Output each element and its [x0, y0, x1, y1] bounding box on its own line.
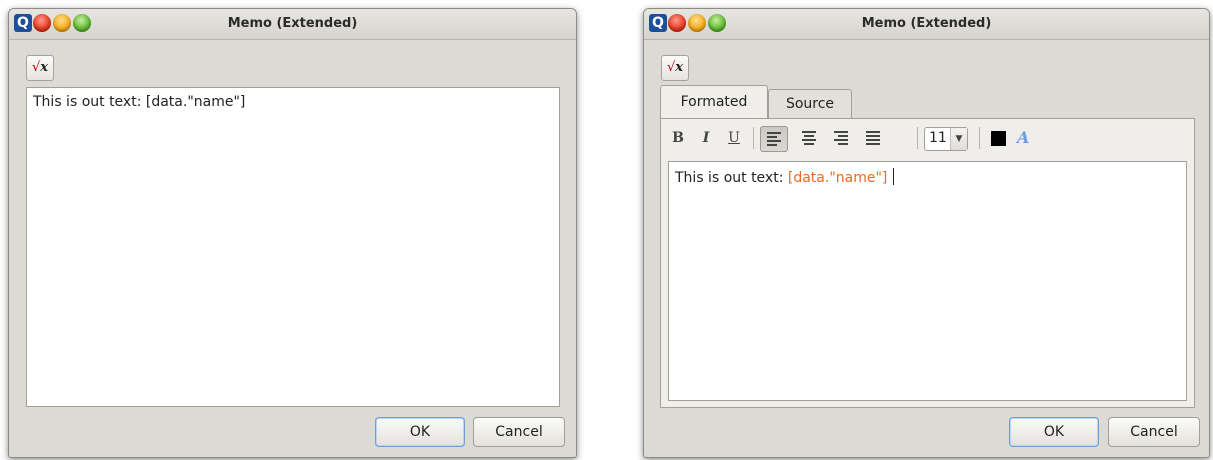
rich-text-editor[interactable]: This is out text: [data."name"] — [668, 161, 1187, 401]
font-size-select[interactable]: 11 ▼ — [924, 127, 968, 151]
formatted-tab-pane: B I U 11 ▼ A This is out text: [data."na… — [660, 118, 1195, 408]
align-right-button[interactable] — [828, 126, 854, 150]
text-color-button[interactable] — [991, 131, 1006, 146]
editor-text: This is out text: [data."name"] — [675, 168, 895, 186]
ok-button[interactable]: OK — [1009, 417, 1099, 447]
title-bar[interactable]: Q Memo (Extended) — [9, 9, 576, 40]
italic-button[interactable]: I — [695, 127, 717, 149]
sqrt-x-icon: √x — [31, 60, 49, 75]
align-left-button[interactable] — [760, 126, 788, 152]
bold-button[interactable]: B — [667, 127, 689, 149]
font-size-value: 11 — [929, 130, 947, 146]
tab-source[interactable]: Source — [768, 89, 852, 118]
align-justify-button[interactable] — [860, 126, 886, 150]
text-caret — [893, 168, 895, 185]
data-field-token: [data."name"] — [787, 170, 888, 186]
tab-formated[interactable]: Formated — [660, 85, 768, 118]
memo-window-simple: Q Memo (Extended) √x This is out text: [… — [8, 8, 577, 458]
toolbar-separator — [753, 127, 754, 149]
formatting-toolbar: B I U 11 ▼ A — [661, 119, 1194, 157]
ok-button[interactable]: OK — [375, 417, 465, 447]
underline-button[interactable]: U — [723, 127, 745, 149]
cancel-button[interactable]: Cancel — [473, 417, 565, 447]
sqrt-x-icon: √x — [666, 60, 684, 75]
toolbar-separator — [917, 127, 918, 149]
insert-expression-button[interactable]: √x — [661, 55, 689, 81]
memo-window-extended: Q Memo (Extended) √x Formated Source B I… — [643, 8, 1210, 458]
chevron-down-icon[interactable]: ▼ — [950, 128, 967, 150]
highlight-color-icon[interactable]: A — [1017, 128, 1039, 148]
toolbar-separator — [979, 127, 980, 149]
title-bar[interactable]: Q Memo (Extended) — [644, 9, 1209, 40]
align-center-button[interactable] — [796, 126, 822, 150]
editor-text-prefix: This is out text: — [675, 170, 788, 186]
editor-text: This is out text: [data."name"] — [33, 94, 246, 110]
window-title: Memo (Extended) — [227, 16, 358, 31]
cancel-button[interactable]: Cancel — [1108, 417, 1200, 447]
window-title: Memo (Extended) — [861, 16, 992, 31]
memo-text-editor[interactable]: This is out text: [data."name"] — [26, 87, 560, 407]
insert-expression-button[interactable]: √x — [26, 55, 54, 81]
